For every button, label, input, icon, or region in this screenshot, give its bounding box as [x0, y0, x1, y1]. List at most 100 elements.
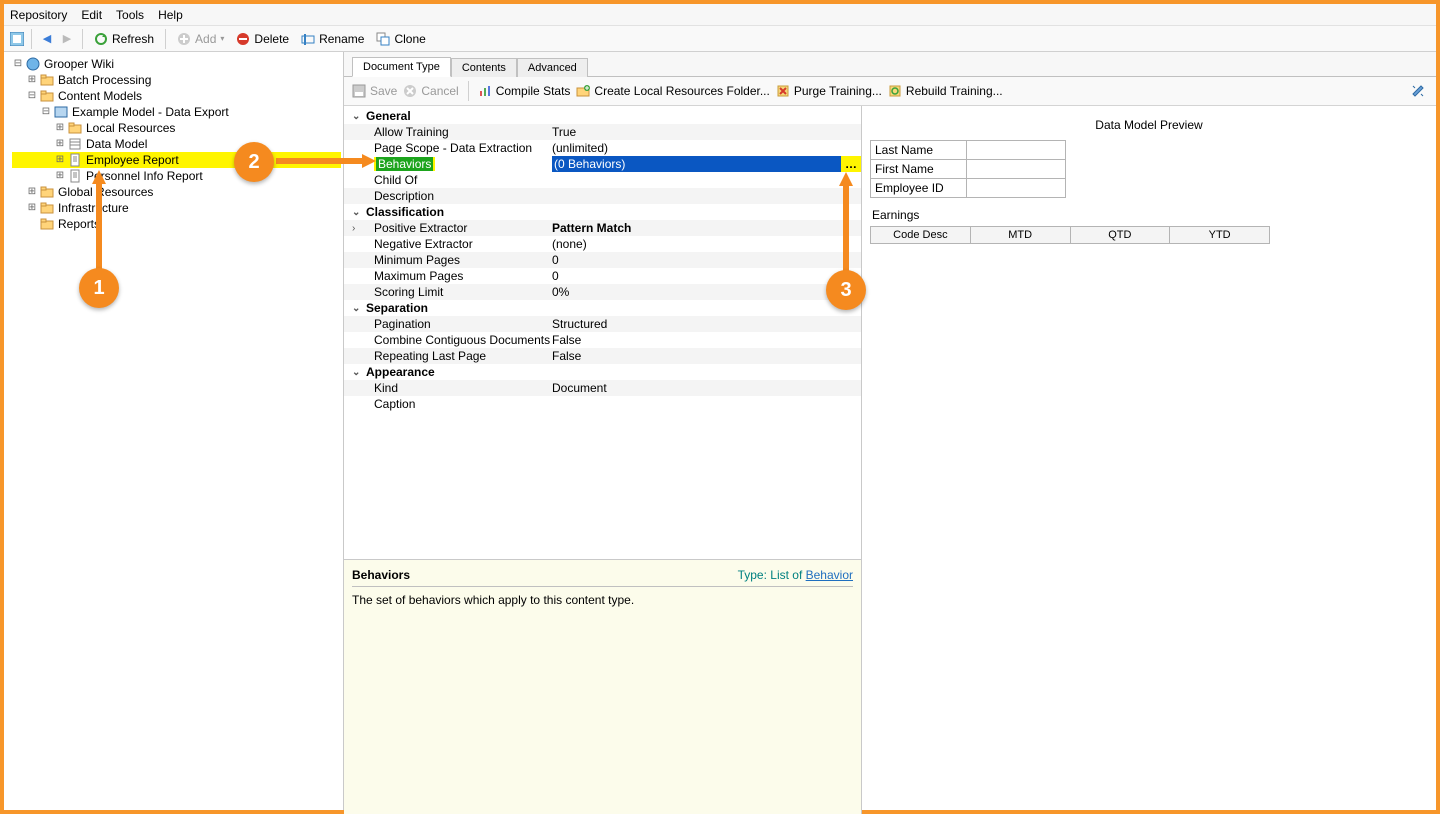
pg-header-general[interactable]: General [366, 109, 552, 123]
rebuild-training-button[interactable]: Rebuild Training... [888, 84, 1003, 98]
refresh-icon [94, 32, 108, 46]
earnings-col-codedesc: Code Desc [870, 226, 971, 244]
tree-personnel-info[interactable]: ⊞ Personnel Info Report [12, 168, 341, 184]
pg-positive-extractor[interactable]: Positive Extractor [366, 221, 552, 235]
preview-firstname-label: First Name [870, 160, 966, 179]
folder-icon [68, 121, 82, 135]
app-icon [10, 32, 24, 46]
tree-infrastructure[interactable]: ⊞ Infrastructure [12, 200, 341, 216]
earnings-col-qtd: QTD [1071, 226, 1171, 244]
data-model-preview: Data Model Preview Last Name First Name … [862, 106, 1436, 814]
tree-example-model[interactable]: ⊟ Example Model - Data Export [12, 104, 341, 120]
tree-content-models[interactable]: ⊟ Content Models [12, 88, 341, 104]
folder-icon [40, 185, 54, 199]
preview-title: Data Model Preview [870, 118, 1428, 132]
delete-button[interactable]: Delete [232, 30, 293, 48]
nav-back-button[interactable]: ◀ [39, 32, 55, 45]
rebuild-icon [888, 84, 902, 98]
preview-lastname-label: Last Name [870, 140, 966, 160]
purge-training-button[interactable]: Purge Training... [776, 84, 882, 98]
pg-description[interactable]: Description [366, 189, 552, 203]
callout-1: 1 [79, 268, 119, 308]
folder-plus-icon [576, 84, 590, 98]
pg-pagination[interactable]: Pagination [366, 317, 552, 331]
wiki-icon [26, 57, 40, 71]
pg-caption[interactable]: Caption [366, 397, 552, 411]
tree-global-resources[interactable]: ⊞ Global Resources [12, 184, 341, 200]
rename-icon [301, 32, 315, 46]
save-icon [352, 84, 366, 98]
pg-scoring-limit[interactable]: Scoring Limit [366, 285, 552, 299]
behaviors-ellipsis-button[interactable]: … [841, 156, 861, 172]
toolbar: ◀ ▶ Refresh Add ▾ Delete Rena [4, 26, 1436, 52]
callout-3: 3 [826, 270, 866, 310]
tab-document-type[interactable]: Document Type [352, 57, 451, 77]
tab-bar: Document Type Contents Advanced [344, 52, 1436, 77]
settings-icon[interactable] [1410, 84, 1424, 98]
pg-repeat-last[interactable]: Repeating Last Page [366, 349, 552, 363]
callout-2: 2 [234, 142, 274, 182]
action-bar: Save Cancel Compile Stats [344, 77, 1436, 106]
main-pane: Document Type Contents Advanced Save Can… [344, 52, 1436, 810]
document-icon [68, 153, 82, 167]
add-button: Add ▾ [173, 30, 228, 48]
pg-negative-extractor[interactable]: Negative Extractor [366, 237, 552, 251]
chart-icon [478, 84, 492, 98]
pg-allow-training[interactable]: Allow Training [366, 125, 552, 139]
pg-combine-docs[interactable]: Combine Contiguous Documents [366, 333, 552, 347]
menu-repository[interactable]: Repository [10, 8, 67, 22]
clone-button[interactable]: Clone [372, 30, 429, 48]
tab-contents[interactable]: Contents [451, 58, 517, 77]
compile-stats-button[interactable]: Compile Stats [478, 84, 571, 98]
nav-forward-button: ▶ [59, 32, 75, 45]
cancel-icon [403, 84, 417, 98]
description-panel: Behaviors Type: List of Behavior The set… [344, 560, 861, 814]
menu-bar: Repository Edit Tools Help [4, 4, 1436, 26]
tab-advanced[interactable]: Advanced [517, 58, 588, 77]
create-local-resources-button[interactable]: Create Local Resources Folder... [576, 84, 769, 98]
folder-icon [40, 73, 54, 87]
tree-reports[interactable]: Reports [12, 216, 341, 232]
save-button: Save [352, 84, 397, 98]
tree-batch-processing[interactable]: ⊞ Batch Processing [12, 72, 341, 88]
preview-empid-label: Employee ID [870, 179, 966, 198]
tree-local-resources[interactable]: ⊞ Local Resources [12, 120, 341, 136]
preview-lastname-field[interactable] [966, 140, 1066, 160]
rename-button[interactable]: Rename [297, 30, 368, 48]
add-icon [177, 32, 191, 46]
model-icon [54, 105, 68, 119]
datamodel-icon [68, 137, 82, 151]
property-grid[interactable]: ⌄General Allow TrainingTrue Page Scope -… [344, 106, 861, 560]
pg-header-appearance[interactable]: Appearance [366, 365, 552, 379]
pg-child-of[interactable]: Child Of [366, 173, 552, 187]
desc-title: Behaviors [352, 568, 410, 582]
refresh-button[interactable]: Refresh [90, 30, 158, 48]
earnings-col-ytd: YTD [1170, 226, 1270, 244]
callout-arrow-1 [92, 170, 106, 270]
pg-header-separation[interactable]: Separation [366, 301, 552, 315]
tree-root[interactable]: ⊟ Grooper Wiki [12, 56, 341, 72]
pg-min-pages[interactable]: Minimum Pages [366, 253, 552, 267]
desc-body: The set of behaviors which apply to this… [352, 593, 853, 607]
preview-earnings-label: Earnings [872, 208, 1428, 222]
tree-data-model[interactable]: ⊞ Data Model [12, 136, 341, 152]
callout-arrow-2 [276, 154, 376, 168]
cancel-button: Cancel [403, 84, 458, 98]
callout-arrow-3 [839, 172, 853, 272]
folder-icon [40, 201, 54, 215]
document-icon [68, 169, 82, 183]
desc-behavior-link[interactable]: Behavior [806, 568, 853, 582]
preview-firstname-field[interactable] [966, 160, 1066, 179]
pg-max-pages[interactable]: Maximum Pages [366, 269, 552, 283]
folder-icon [40, 89, 54, 103]
menu-edit[interactable]: Edit [81, 8, 102, 22]
menu-help[interactable]: Help [158, 8, 183, 22]
pg-header-classification[interactable]: Classification [366, 205, 552, 219]
menu-tools[interactable]: Tools [116, 8, 144, 22]
pg-kind[interactable]: Kind [366, 381, 552, 395]
pg-behaviors[interactable]: Behaviors (0 Behaviors) … [344, 156, 861, 172]
pg-page-scope[interactable]: Page Scope - Data Extraction [366, 141, 552, 155]
purge-icon [776, 84, 790, 98]
delete-icon [236, 32, 250, 46]
preview-empid-field[interactable] [966, 179, 1066, 198]
